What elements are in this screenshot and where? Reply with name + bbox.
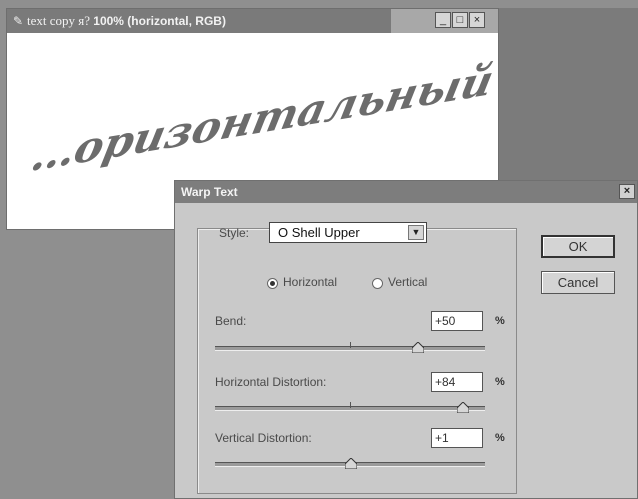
ok-button[interactable]: OK <box>541 235 615 258</box>
warp-options-group <box>197 228 517 494</box>
minimize-button[interactable]: _ <box>435 12 451 28</box>
horizontal-distortion-slider-center-tick <box>350 402 351 408</box>
chevron-down-icon[interactable]: ▼ <box>408 225 424 240</box>
dialog-close-button[interactable]: × <box>619 184 635 199</box>
dialog-titlebar[interactable]: Warp Text × <box>175 181 637 203</box>
document-title: text copy я? 100% (horizontal, RGB) <box>27 9 226 33</box>
horizontal-radio-label[interactable]: Horizontal <box>283 275 337 289</box>
horizontal-distortion-slider-thumb[interactable] <box>457 402 470 413</box>
vertical-distortion-label: Vertical Distortion: <box>215 431 312 445</box>
style-label: Style: <box>219 226 250 240</box>
vertical-radio[interactable] <box>372 278 383 289</box>
dialog-title: Warp Text <box>181 185 238 199</box>
vertical-distortion-unit: % <box>495 432 505 444</box>
vertical-distortion-input[interactable]: +1 <box>431 428 483 448</box>
horizontal-radio[interactable] <box>267 278 278 289</box>
style-selected-value: O Shell Upper <box>278 225 360 240</box>
bend-unit: % <box>495 315 505 327</box>
horizontal-distortion-label: Horizontal Distortion: <box>215 375 327 389</box>
maximize-button[interactable]: □ <box>452 12 468 28</box>
close-button[interactable]: × <box>469 12 485 28</box>
style-select[interactable]: O Shell Upper ▼ <box>269 222 427 243</box>
horizontal-distortion-unit: % <box>495 376 505 388</box>
cancel-button[interactable]: Cancel <box>541 271 615 294</box>
warp-text-dialog: Warp Text × Style: O Shell Upper ▼ Horiz… <box>174 180 638 499</box>
document-icon: ✎ <box>12 14 24 28</box>
vertical-distortion-slider-thumb[interactable] <box>345 458 358 469</box>
document-title-zoom-mode: 100% (horizontal, RGB) <box>93 14 226 28</box>
bend-slider-thumb[interactable] <box>411 342 424 353</box>
bend-input[interactable]: +50 <box>431 311 483 331</box>
horizontal-distortion-input[interactable]: +84 <box>431 372 483 392</box>
document-title-name: text copy я? <box>27 13 94 28</box>
warped-text: …оризонтальный <box>27 56 498 181</box>
window-controls: _ □ × <box>391 9 498 33</box>
bend-label: Bend: <box>215 314 247 328</box>
vertical-radio-label[interactable]: Vertical <box>388 275 427 289</box>
bend-slider-center-tick <box>350 342 351 348</box>
document-titlebar[interactable]: ✎ text copy я? 100% (horizontal, RGB) <box>7 9 391 33</box>
